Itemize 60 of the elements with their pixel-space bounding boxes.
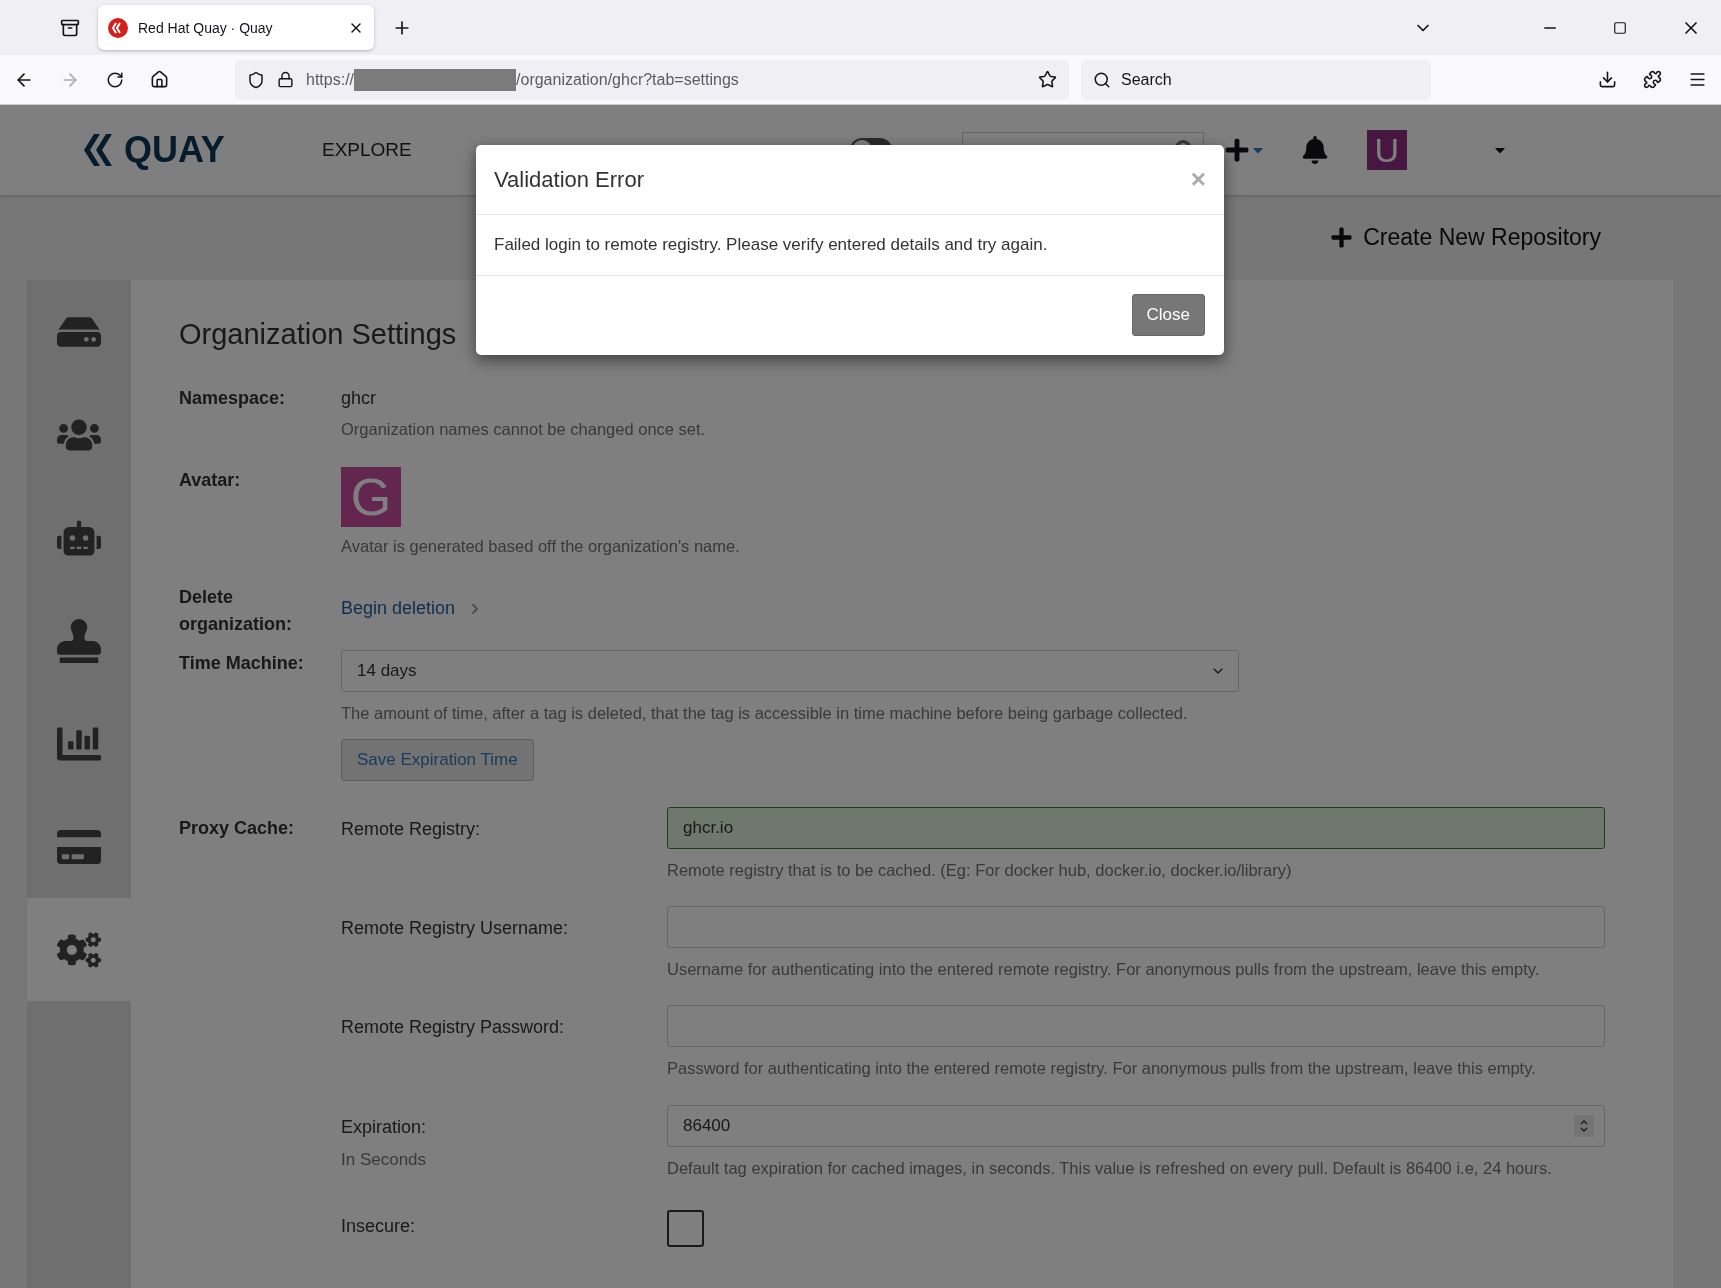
namespace-value: ghcr — [341, 387, 376, 410]
text-field[interactable] — [667, 1005, 1605, 1048]
favicon-icon — [108, 17, 128, 38]
help-text: Avatar is generated based off the organization's name. — [341, 536, 740, 558]
error-message: Failed login to remote registry. Please verify entered details and try again. — [476, 215, 1224, 276]
help-text: The amount of time, after a tag is deleted, that the tag is accessible in time machine before being garbage collected. — [341, 703, 1188, 725]
field-label: Time Machine: — [179, 652, 305, 676]
help-text: Organization names cannot be changed once set. — [341, 419, 706, 440]
create-repository-link[interactable]: Create New Repository — [1330, 224, 1601, 251]
stamp-icon — [57, 618, 101, 663]
help-text: Default tag expiration for cached images, in seconds. This value is refreshed on every pull. Default is 86400 i.e, 24 hours. — [667, 1157, 1552, 1179]
field-label: Namespace: — [179, 387, 287, 410]
field-label: Expiration: — [341, 1116, 428, 1138]
help-text: Password for authenticating into the entered remote registry. For anonymous pulls from the upstream, leave this empty. — [667, 1058, 1536, 1080]
address-bar[interactable]: https:// /organization/ghcr?tab=settings — [235, 59, 1069, 100]
home-icon[interactable] — [150, 70, 169, 89]
field-label: Remote Registry Username: — [341, 918, 570, 940]
spinner-icon — [1574, 1114, 1594, 1137]
field-label: Remote Registry: — [341, 819, 482, 841]
reload-icon[interactable] — [106, 70, 124, 89]
save-expiration-button[interactable]: Save Expiration Time — [341, 739, 534, 782]
extensions-icon[interactable] — [1643, 70, 1662, 89]
nav-link[interactable]: EXPLORE — [322, 139, 412, 161]
close-button[interactable]: Close — [1131, 294, 1205, 336]
number-field[interactable]: 86400 — [667, 1104, 1605, 1147]
field-sublabel: In Seconds — [341, 1149, 428, 1170]
url-text: /organization/ghcr?tab=settings — [516, 70, 739, 89]
maximize-icon[interactable] — [1613, 20, 1627, 35]
begin-deletion-link[interactable]: Begin deletion — [341, 598, 482, 620]
download-icon[interactable] — [1598, 70, 1617, 89]
text-field[interactable]: ghcr.io — [667, 807, 1605, 850]
menu-icon[interactable] — [1688, 70, 1707, 89]
plus-icon — [1330, 226, 1354, 249]
checkbox[interactable] — [667, 1209, 704, 1247]
time-machine-select[interactable]: 14 days — [341, 650, 1239, 693]
plus-icon[interactable] — [1223, 137, 1266, 163]
tab-list-icon[interactable] — [60, 17, 80, 38]
close-button[interactable]: × — [1190, 164, 1206, 195]
logo-text: QUAY — [124, 129, 225, 171]
org-avatar: G — [341, 467, 401, 528]
text-field[interactable] — [667, 906, 1605, 949]
lock-icon — [277, 71, 294, 88]
bell-icon[interactable] — [1300, 136, 1329, 164]
shield-icon — [247, 70, 265, 89]
browser-tab[interactable]: Red Hat Quay · Quay — [98, 5, 374, 50]
url-text: https:// — [306, 70, 355, 89]
field-label: Delete organization: — [179, 586, 293, 637]
tab-title: Red Hat Quay · Quay — [138, 19, 273, 36]
field-label: Proxy Cache: — [179, 817, 296, 841]
field-label: Remote Registry Password: — [341, 1017, 566, 1039]
help-text: Username for authenticating into the entered remote registry. For anonymous pulls from the upstream, leave this empty. — [667, 959, 1540, 981]
sidebar-item[interactable] — [27, 898, 131, 1001]
field-label: Avatar: — [179, 469, 242, 493]
field-label: Insecure: — [341, 1215, 417, 1237]
modal-title: Validation Error — [494, 166, 644, 193]
search-field[interactable]: Search — [1081, 59, 1431, 100]
page-title: Organization Settings — [179, 318, 457, 351]
user-avatar[interactable]: U — [1366, 130, 1407, 170]
help-text: Remote registry that is to be cached. (Eg: For docker hub, docker.io, docker.io/library) — [667, 860, 1292, 882]
star-icon[interactable] — [1038, 70, 1057, 89]
